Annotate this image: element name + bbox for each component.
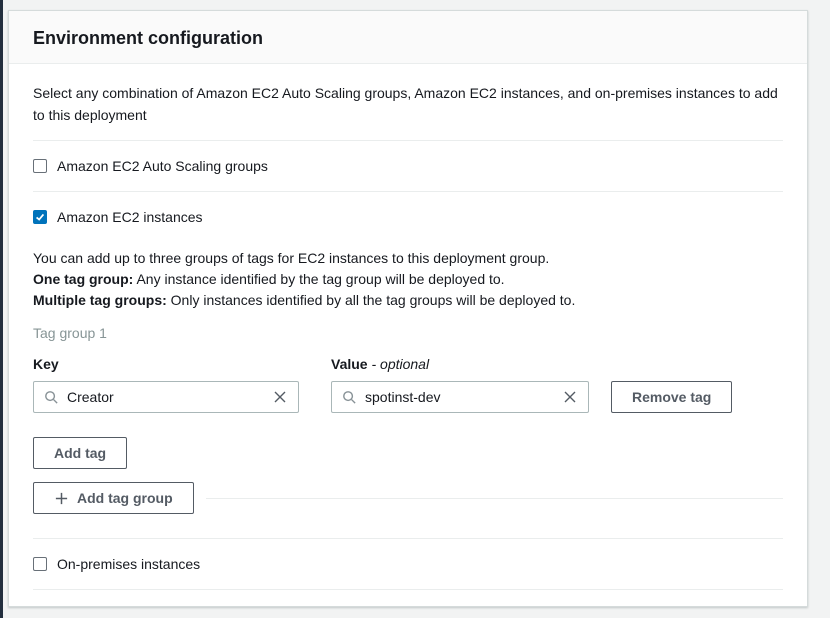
environment-configuration-panel: Environment configuration Select any com… <box>8 10 808 607</box>
key-input-wrap <box>33 381 299 413</box>
key-column: Key <box>33 356 299 413</box>
add-tag-group-label: Add tag group <box>77 490 173 506</box>
value-input[interactable] <box>365 389 554 405</box>
value-label: Value - optional <box>331 356 589 373</box>
value-optional-text: - optional <box>371 356 429 372</box>
onprem-checkbox-label: On-premises instances <box>57 554 200 574</box>
add-tag-button[interactable]: Add tag <box>33 437 127 469</box>
asg-checkbox-label: Amazon EC2 Auto Scaling groups <box>57 156 268 176</box>
value-clear-button[interactable] <box>562 389 578 405</box>
value-column: Value - optional <box>331 356 589 413</box>
ec2-checkbox[interactable] <box>33 210 47 224</box>
search-icon <box>342 390 357 405</box>
panel-header: Environment configuration <box>9 11 807 64</box>
add-tag-group-row: Add tag group <box>33 482 783 514</box>
one-tag-group-label: One tag group: <box>33 271 133 287</box>
asg-checkbox[interactable] <box>33 159 47 173</box>
side-nav-edge <box>0 0 3 618</box>
value-label-text: Value <box>331 356 368 372</box>
multiple-tag-groups-text: Only instances identified by all the tag… <box>167 292 576 308</box>
panel-description: Select any combination of Amazon EC2 Aut… <box>33 82 783 126</box>
panel-body: Select any combination of Amazon EC2 Aut… <box>9 64 807 590</box>
asg-checkbox-row[interactable]: Amazon EC2 Auto Scaling groups <box>33 141 783 191</box>
add-tag-group-button[interactable]: Add tag group <box>33 482 194 514</box>
tag-groups-help-text: You can add up to three groups of tags f… <box>33 248 783 311</box>
search-icon <box>44 390 59 405</box>
panel-title: Environment configuration <box>33 28 783 49</box>
tag-intro-line: You can add up to three groups of tags f… <box>33 250 549 266</box>
onprem-checkbox-row[interactable]: On-premises instances <box>33 539 783 589</box>
value-input-wrap <box>331 381 589 413</box>
tag-group-title: Tag group 1 <box>33 325 783 342</box>
multiple-tag-groups-label: Multiple tag groups: <box>33 292 167 308</box>
checkmark-icon <box>34 211 46 223</box>
tag-form-row: Key Value - optional <box>33 356 783 413</box>
clear-x-icon <box>272 389 288 405</box>
key-clear-button[interactable] <box>272 389 288 405</box>
horizontal-rule <box>206 498 783 499</box>
plus-icon <box>54 491 69 506</box>
remove-tag-button[interactable]: Remove tag <box>611 381 732 413</box>
one-tag-group-text: Any instance identified by the tag group… <box>133 271 504 287</box>
remove-tag-column: Remove tag <box>611 381 732 413</box>
onprem-checkbox[interactable] <box>33 557 47 571</box>
key-input[interactable] <box>67 389 264 405</box>
divider <box>33 589 783 590</box>
key-label: Key <box>33 356 299 373</box>
ec2-checkbox-row[interactable]: Amazon EC2 instances <box>33 192 783 242</box>
clear-x-icon <box>562 389 578 405</box>
ec2-checkbox-label: Amazon EC2 instances <box>57 207 203 227</box>
